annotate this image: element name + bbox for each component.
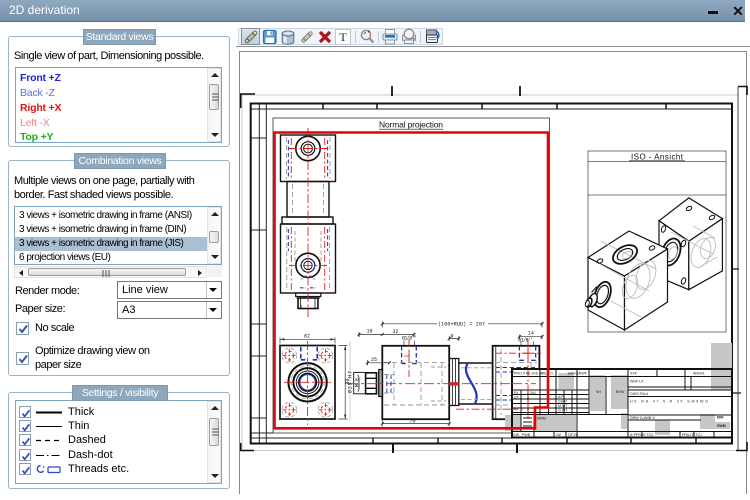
svg-text:PR#J·B TO,l: PR#J·B TO,l <box>682 433 702 437</box>
svg-text:G.WT: G.WT <box>558 409 568 413</box>
svg-text:14: 14 <box>528 331 534 337</box>
svg-text:GT: GT <box>514 396 520 400</box>
svg-text:9: 9 <box>451 334 454 340</box>
svg-text:2#1: 2#1 <box>530 391 536 395</box>
svg-text:Ø25 H7: Ø25 H7 <box>347 371 354 393</box>
svg-text:SWM: SWM <box>717 424 726 428</box>
svg-text:DRW·G,#WB·V: DRW·G,#WB·V <box>630 416 655 420</box>
svg-text:25: 25 <box>371 357 377 363</box>
svg-text:32: 32 <box>393 329 399 335</box>
svg-text:PWB: PWB <box>522 433 531 437</box>
svg-text:Normal projection: Normal projection <box>379 120 443 130</box>
svg-text:GHW: GHW <box>558 400 567 404</box>
svg-text:ISO - Ansicht: ISO - Ansicht <box>631 153 684 162</box>
svg-text:WHF·L#: WHF·L# <box>630 380 643 384</box>
svg-text:HE.RA.47.5.R.3F SM#WG: HE.RA.47.5.R.3F SM#WG <box>630 400 708 404</box>
svg-text:M6: M6 <box>355 378 361 387</box>
svg-text:XWF: XWF <box>579 372 588 376</box>
svg-text:G1/8'': G1/8'' <box>402 336 417 342</box>
svg-text:70: 70 <box>410 419 416 425</box>
svg-text:SH: SH <box>596 390 601 394</box>
svg-text:GW: GW <box>513 433 520 437</box>
svg-text:T: T <box>339 30 347 44</box>
svg-text:QF1%: QF1% <box>568 433 579 437</box>
svg-text:A·PPR#V·TO,l: A·PPR#V·TO,l <box>630 433 653 437</box>
svg-text:BHW: BHW <box>616 390 625 394</box>
svg-text:G#: G# <box>556 433 561 437</box>
svg-text:82: 82 <box>304 334 310 340</box>
svg-text:G1/8'': G1/8'' <box>518 338 533 344</box>
svg-text:XXF: XXF <box>630 372 638 376</box>
svg-text:DWG·F#L#: DWG·F#L# <box>630 392 648 396</box>
svg-text:ANG#L: ANG#L <box>693 372 705 376</box>
svg-text:MWB·: MWB· <box>537 417 547 421</box>
svg-text:M.WT: M.WT <box>558 404 568 408</box>
svg-text:A'P: A'P <box>558 395 564 399</box>
svg-text:10: 10 <box>367 329 373 335</box>
svg-text:F#: F# <box>514 391 518 395</box>
svg-text:MW: MW <box>717 416 724 420</box>
svg-text:(100+RUD) = 207: (100+RUD) = 207 <box>438 322 485 328</box>
svg-text:PRO # AB JSE HP: PRO # AB JSE HP <box>514 372 545 376</box>
